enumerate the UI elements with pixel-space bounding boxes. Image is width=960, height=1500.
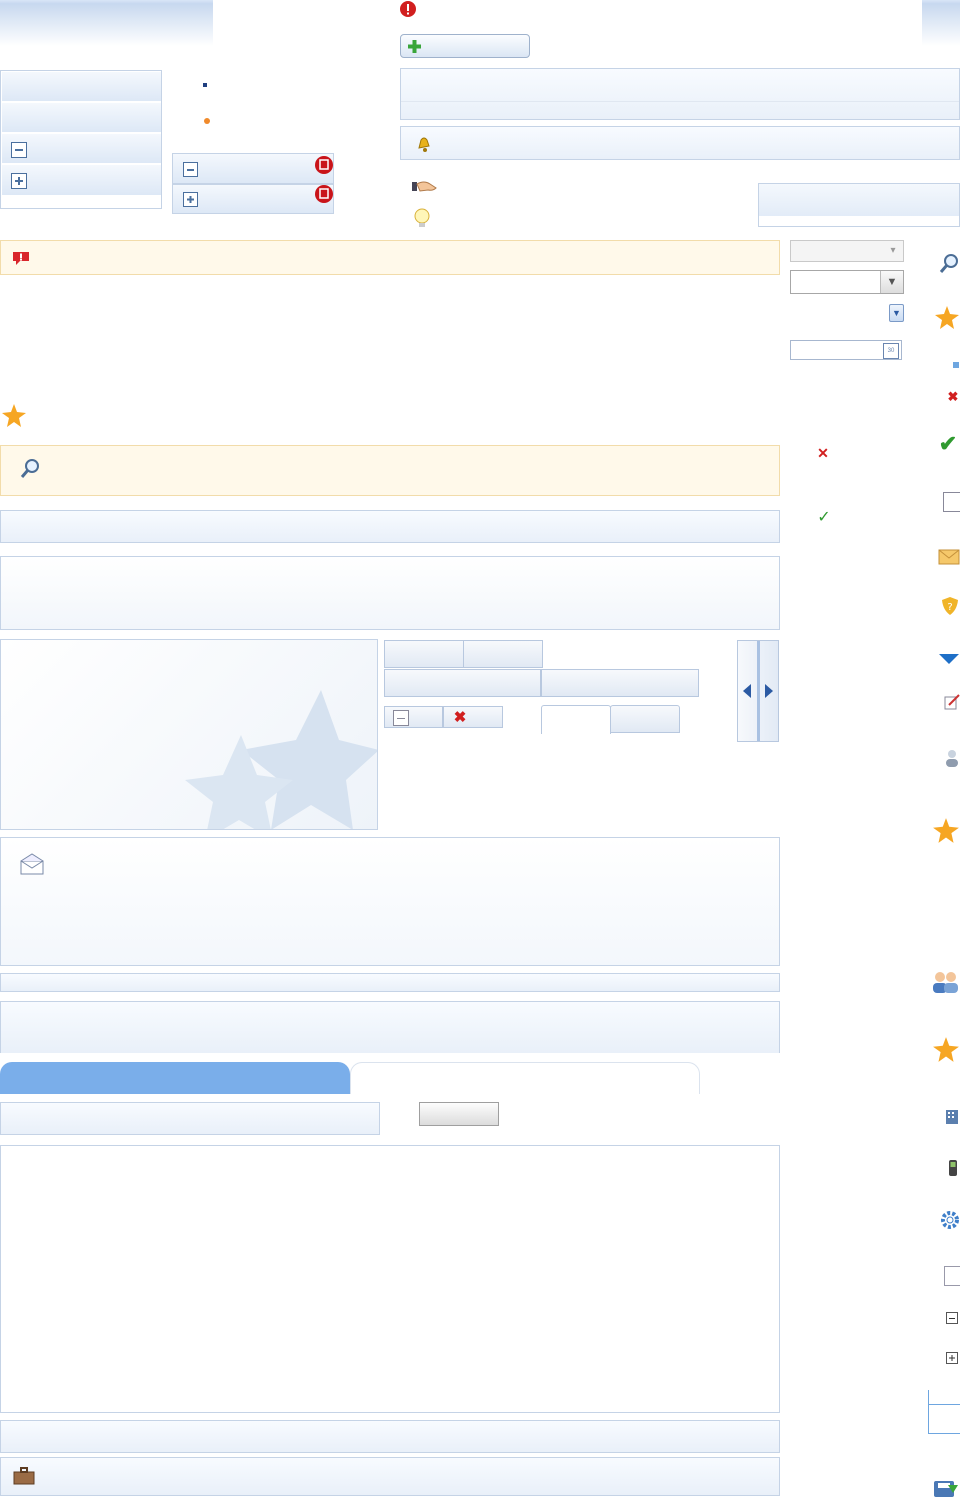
chevron-down-icon: ▼	[880, 271, 903, 293]
expand-icon[interactable]	[946, 1352, 958, 1364]
error-icon	[398, 0, 418, 18]
tab-1[interactable]	[384, 640, 464, 668]
note-icon[interactable]	[943, 492, 960, 512]
nav-item-1[interactable]	[2, 72, 161, 102]
carousel-scroller	[737, 640, 779, 742]
users-icon[interactable]	[930, 970, 960, 994]
delete-button[interactable]: ✖	[443, 706, 503, 728]
collapse-icon[interactable]	[183, 162, 198, 177]
mail-panel	[0, 837, 780, 966]
notebook-red-icon	[313, 154, 335, 176]
action-button[interactable]	[419, 1102, 499, 1126]
delete-icon[interactable]: ✖	[946, 389, 960, 403]
star-icon[interactable]	[934, 305, 960, 331]
note-icon	[393, 710, 409, 726]
tab-inactive[interactable]	[610, 705, 680, 733]
notebook-red-icon	[313, 183, 335, 205]
star-icon[interactable]	[932, 1036, 960, 1064]
chevron-down-icon: ▼	[892, 307, 901, 318]
page-icon[interactable]	[944, 1266, 960, 1286]
triangle-down-icon[interactable]	[938, 652, 960, 666]
bell-icon	[415, 135, 433, 153]
check-icon: ✓	[817, 509, 831, 526]
dropdown-arrow-button[interactable]: ▼	[889, 304, 904, 322]
arrow-left-icon[interactable]	[740, 683, 754, 699]
watermark-panel	[0, 639, 378, 830]
date-input[interactable]: 30	[790, 340, 902, 360]
header-divider	[401, 101, 959, 102]
search-icon[interactable]	[938, 252, 960, 276]
footer-bar	[0, 1420, 780, 1453]
star-icon[interactable]	[932, 817, 960, 845]
dropdown-select[interactable]: ▼	[790, 270, 904, 294]
side-header-panel	[758, 183, 960, 227]
tree-node-expand[interactable]	[172, 184, 334, 214]
nav-item-expand[interactable]	[2, 165, 161, 195]
bullet-square	[203, 83, 207, 87]
expand-icon[interactable]	[183, 192, 198, 207]
briefcase-bar	[0, 1457, 780, 1496]
alert-message-bar	[0, 240, 780, 275]
notification-bar	[400, 126, 960, 160]
tab-active-strip[interactable]	[0, 1062, 350, 1094]
expand-icon[interactable]	[11, 173, 27, 189]
large-content-panel	[0, 1145, 780, 1413]
building-icon[interactable]	[944, 1108, 960, 1126]
add-icon	[407, 39, 421, 53]
section-header-bar	[0, 510, 780, 543]
envelope-icon[interactable]	[938, 548, 960, 566]
sub-header-bar	[0, 1001, 780, 1053]
lightbulb-icon	[412, 208, 432, 230]
shield-icon[interactable]: ?	[940, 596, 960, 616]
left-nav-panel	[0, 70, 162, 209]
search-info-bar	[0, 445, 780, 496]
tab-3[interactable]	[384, 669, 541, 697]
collapse-icon[interactable]	[946, 1312, 958, 1324]
save-icon[interactable]	[932, 1476, 960, 1500]
nav-item-collapse[interactable]	[2, 134, 161, 164]
calendar-icon[interactable]: 30	[883, 343, 899, 359]
watermark-star-graphic	[185, 690, 377, 829]
banner-white-area	[213, 0, 922, 62]
arrow-right-icon[interactable]	[762, 683, 776, 699]
user-icon[interactable]	[944, 749, 960, 767]
disabled-select[interactable]: ▾	[790, 240, 904, 262]
edit-icon[interactable]	[944, 694, 960, 710]
thin-bar	[0, 973, 780, 992]
tab-inactive-strip[interactable]	[350, 1062, 700, 1094]
star-icon	[0, 402, 28, 430]
chevron-down-icon: ▾	[890, 245, 896, 256]
small-square-icon	[953, 362, 959, 368]
comment-alert-icon	[11, 249, 31, 267]
add-button[interactable]	[400, 34, 530, 58]
handshake-icon	[412, 178, 438, 196]
envelope-icon	[19, 852, 45, 876]
search-icon	[19, 458, 41, 480]
header-panel	[400, 68, 960, 120]
nav-item-2[interactable]	[2, 103, 161, 133]
briefcase-icon	[13, 1466, 35, 1486]
tab-2[interactable]	[463, 640, 543, 668]
gear-icon[interactable]	[940, 1210, 960, 1230]
tree-node-collapse[interactable]	[172, 153, 334, 184]
bullet-circle	[204, 118, 210, 124]
delete-icon: ✕	[817, 445, 829, 461]
check-icon[interactable]: ✔	[936, 432, 960, 456]
phone-icon[interactable]	[946, 1158, 960, 1178]
collapse-icon[interactable]	[11, 142, 27, 158]
svg-text:?: ?	[947, 602, 952, 613]
text-input-box[interactable]	[0, 1102, 380, 1135]
content-panel	[0, 556, 780, 630]
side-bracket-box	[928, 1390, 960, 1434]
edit-button[interactable]	[384, 706, 443, 728]
delete-icon: ✖	[453, 708, 467, 726]
tab-4[interactable]	[541, 669, 699, 697]
tab-active[interactable]	[541, 705, 611, 734]
